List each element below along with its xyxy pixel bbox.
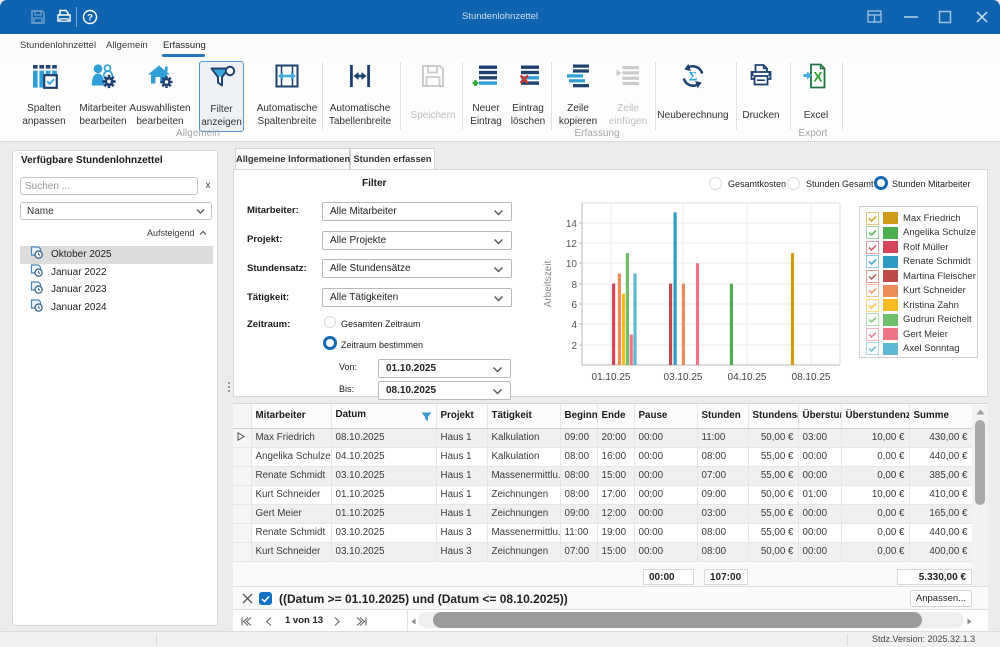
svg-text:X: X	[813, 70, 822, 85]
svg-text:2: 2	[571, 341, 577, 352]
svg-text:01.10.25: 01.10.25	[592, 372, 631, 383]
svg-text:10: 10	[566, 259, 578, 270]
svg-text:8: 8	[571, 280, 577, 291]
svg-text:Arbeitszeit: Arbeitszeit	[543, 260, 554, 307]
svg-text:12: 12	[566, 239, 578, 250]
svg-text:4: 4	[571, 320, 577, 331]
svg-text:Σ: Σ	[689, 69, 698, 84]
svg-text:08.10.25: 08.10.25	[792, 372, 831, 383]
svg-text:6: 6	[571, 300, 577, 311]
svg-text:14: 14	[566, 219, 578, 230]
svg-text:04.10.25: 04.10.25	[728, 372, 767, 383]
svg-text:03.10.25: 03.10.25	[664, 372, 703, 383]
